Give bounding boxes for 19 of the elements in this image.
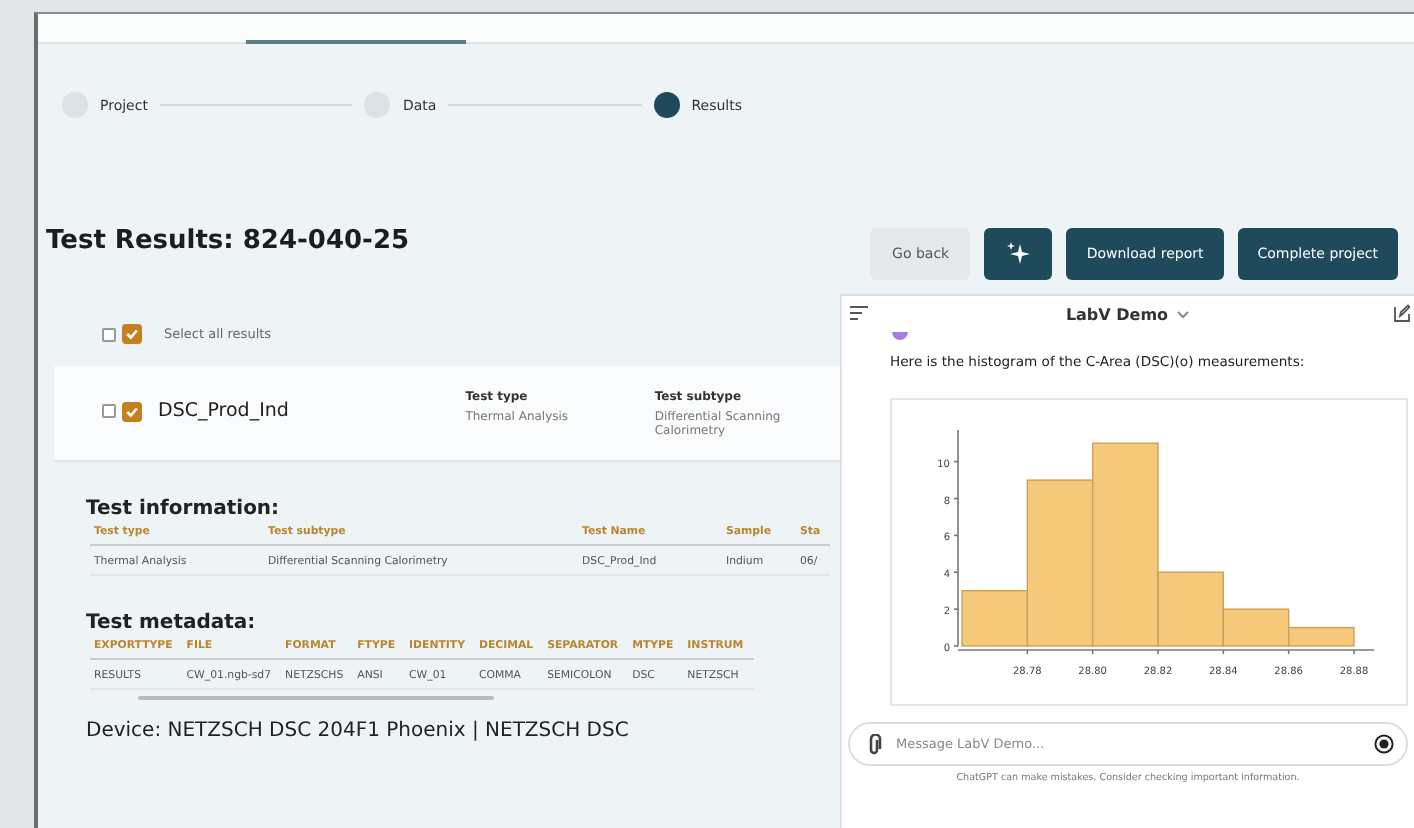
device-heading: Device: NETZSCH DSC 204F1 Phoenix | NETZSCH DSC [86,720,629,742]
menu-icon[interactable] [850,306,868,320]
chevron-icon[interactable] [1176,309,1191,319]
scrollbar[interactable] [138,696,494,700]
section-heading: Test metadata: [86,612,256,634]
sparkle-button[interactable] [984,228,1053,280]
sparkle-icon [1004,240,1033,268]
checkbox[interactable] [122,324,142,344]
section-heading: Test information: [86,498,280,520]
checkbox[interactable] [102,404,116,418]
edit-icon[interactable] [1394,304,1410,322]
checkbox[interactable] [122,401,142,421]
record-icon[interactable] [1374,734,1394,754]
checkbox[interactable] [102,327,116,341]
result-name: DSC_Prod_Ind [158,400,289,422]
page-title: Test Results: 824-040-25 [46,226,410,256]
chat-title[interactable]: LabV Demo [1065,305,1169,323]
paperclip-icon[interactable] [866,733,882,755]
avatar [892,332,908,340]
